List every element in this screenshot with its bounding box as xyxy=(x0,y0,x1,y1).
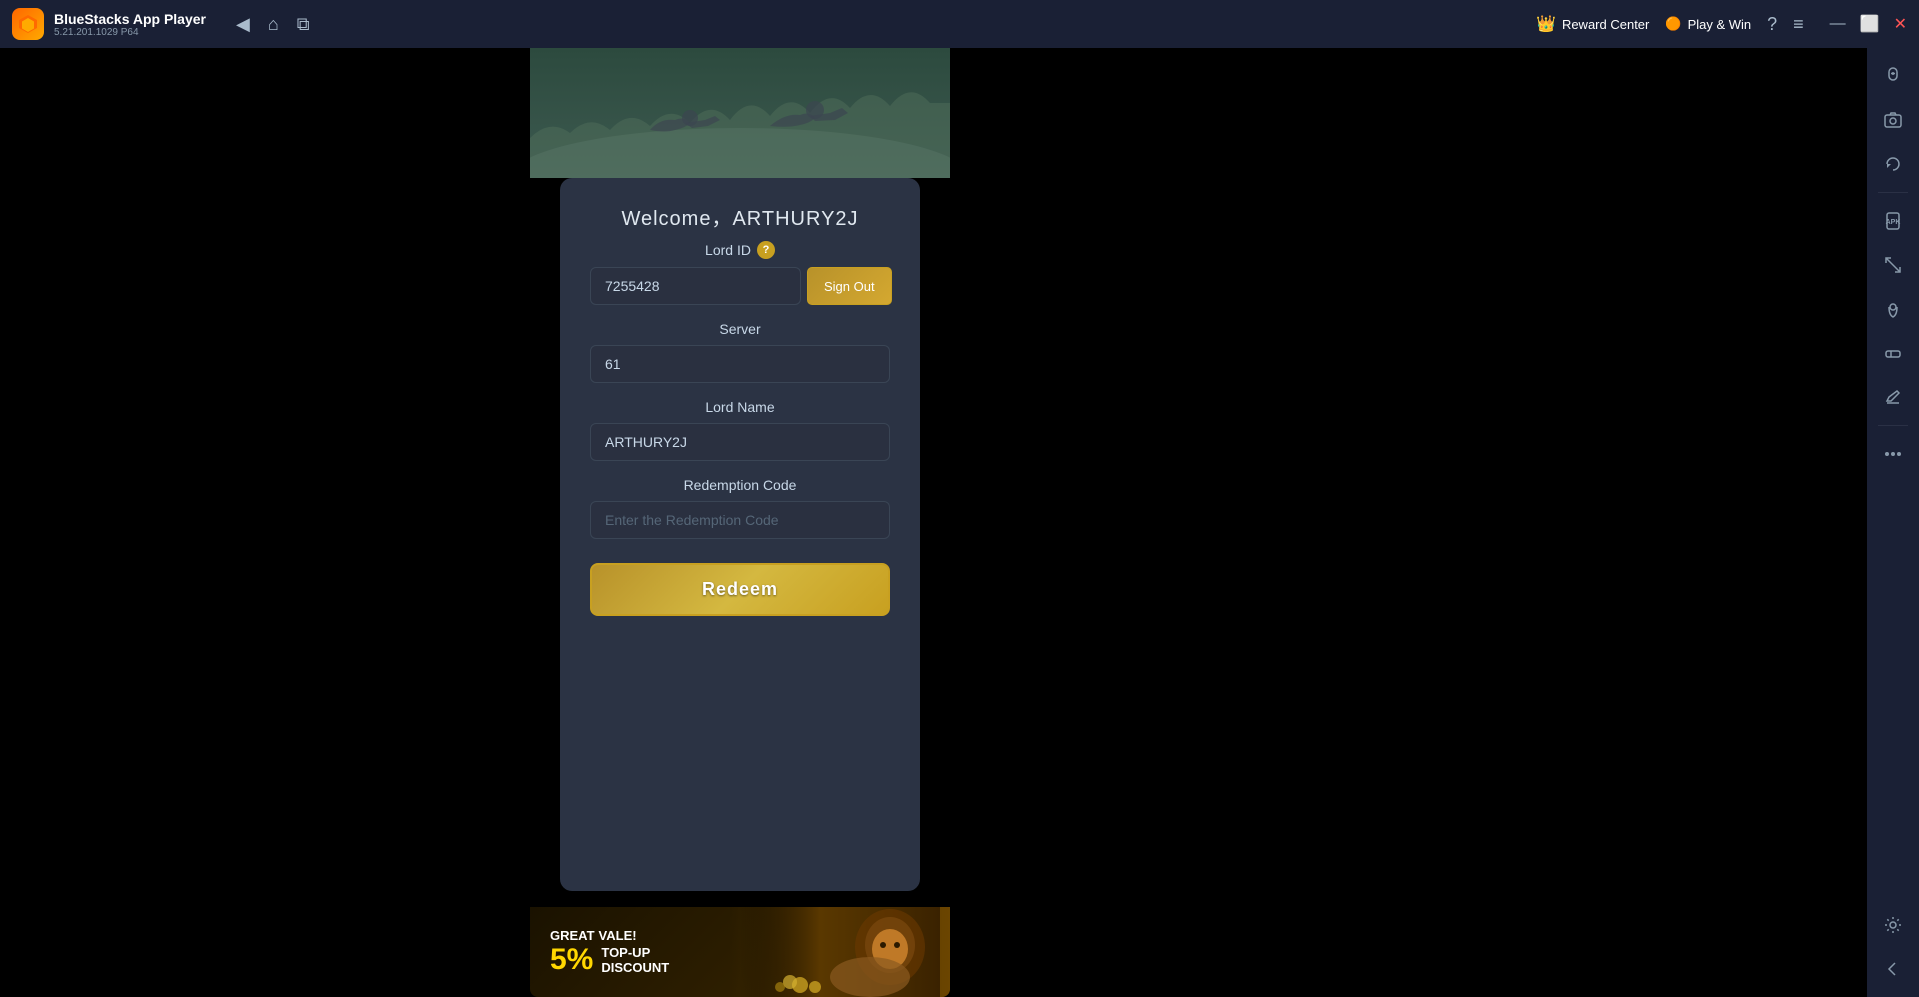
sidebar-icon-back[interactable] xyxy=(1873,949,1913,989)
sidebar-icon-6[interactable] xyxy=(1873,289,1913,329)
form-card: Welcome，ARTHURY2J Lord ID ? Sign Out Ser… xyxy=(560,178,920,891)
help-button[interactable]: ? xyxy=(1767,14,1777,35)
reward-center-button[interactable]: 👑 Reward Center xyxy=(1536,14,1649,34)
svg-text:APK: APK xyxy=(1886,219,1901,226)
lord-name-input[interactable] xyxy=(590,423,890,461)
header-silhouette-svg xyxy=(530,48,950,178)
game-wrapper: Welcome，ARTHURY2J Lord ID ? Sign Out Ser… xyxy=(530,48,950,997)
bluestacks-logo xyxy=(12,8,44,40)
titlebar: BlueStacks App Player 5.21.201.1029 P64 … xyxy=(0,0,1919,48)
redemption-code-label-row: Redemption Code xyxy=(590,477,890,493)
server-label-row: Server xyxy=(590,321,890,337)
lord-id-label: Lord ID xyxy=(705,242,751,258)
sidebar-icon-7[interactable] xyxy=(1873,333,1913,373)
sidebar-icon-1[interactable] xyxy=(1873,56,1913,96)
reward-center-label: Reward Center xyxy=(1562,17,1649,32)
banner-lion-image xyxy=(730,907,950,997)
maximize-button[interactable]: ⬜ xyxy=(1860,14,1880,34)
game-inner: Welcome，ARTHURY2J Lord ID ? Sign Out Ser… xyxy=(530,48,950,997)
play-win-label: Play & Win xyxy=(1688,17,1752,32)
lord-id-input-row: Sign Out xyxy=(590,267,890,305)
app-name-block: BlueStacks App Player 5.21.201.1029 P64 xyxy=(54,11,206,38)
minimize-button[interactable]: — xyxy=(1830,15,1846,33)
lord-id-help-icon[interactable]: ? xyxy=(757,241,775,259)
banner-topup: TOP-UP xyxy=(601,945,669,960)
tab-button[interactable]: ⧉ xyxy=(297,14,310,35)
banner-text: GREAT VALE! 5% TOP-UP DISCOUNT xyxy=(530,928,689,977)
sidebar-icon-3[interactable] xyxy=(1873,144,1913,184)
app-version: 5.21.201.1029 P64 xyxy=(54,27,206,38)
banner-discount: DISCOUNT xyxy=(601,960,669,975)
sidebar-divider-1 xyxy=(1878,192,1908,193)
sidebar-icon-5[interactable] xyxy=(1873,245,1913,285)
lord-name-label-row: Lord Name xyxy=(590,399,890,415)
server-input[interactable] xyxy=(590,345,890,383)
titlebar-right: 👑 Reward Center 🟠 Play & Win ? ≡ — ⬜ ✕ xyxy=(1536,14,1907,35)
play-win-icon: 🟠 xyxy=(1665,16,1681,32)
welcome-text: Welcome，ARTHURY2J xyxy=(590,202,890,231)
titlebar-left: BlueStacks App Player 5.21.201.1029 P64 … xyxy=(12,8,1536,40)
lord-name-label: Lord Name xyxy=(705,399,774,415)
right-sidebar: APK xyxy=(1867,48,1919,997)
sidebar-divider-2 xyxy=(1878,425,1908,426)
app-name: BlueStacks App Player xyxy=(54,11,206,27)
promo-banner[interactable]: GREAT VALE! 5% TOP-UP DISCOUNT xyxy=(530,907,950,997)
play-win-button[interactable]: 🟠 Play & Win xyxy=(1665,16,1751,32)
server-label: Server xyxy=(719,321,760,337)
sidebar-icon-4[interactable]: APK xyxy=(1873,201,1913,241)
reward-crown-icon: 👑 xyxy=(1536,14,1556,34)
sidebar-icon-more[interactable] xyxy=(1873,434,1913,474)
lord-id-input[interactable] xyxy=(590,267,801,305)
redemption-code-input[interactable] xyxy=(590,501,890,539)
game-header xyxy=(530,48,950,178)
left-panel xyxy=(0,48,530,997)
banner-percent: 5% xyxy=(550,943,593,977)
redeem-button[interactable]: Redeem xyxy=(590,563,890,616)
lord-id-label-row: Lord ID ? xyxy=(590,241,890,259)
banner-great-text: GREAT xyxy=(550,928,595,943)
close-button[interactable]: ✕ xyxy=(1894,14,1907,34)
banner-value-prefix: VALE! xyxy=(599,928,637,943)
redemption-code-label: Redemption Code xyxy=(684,477,797,493)
titlebar-nav: ◀ ⌂ ⧉ xyxy=(236,14,310,35)
sidebar-icon-2[interactable] xyxy=(1873,100,1913,140)
sign-out-button[interactable]: Sign Out xyxy=(807,267,892,305)
back-button[interactable]: ◀ xyxy=(236,14,250,35)
main-area: Welcome，ARTHURY2J Lord ID ? Sign Out Ser… xyxy=(0,48,1919,997)
sidebar-icon-settings[interactable] xyxy=(1873,905,1913,945)
lion-svg xyxy=(740,907,940,997)
menu-button[interactable]: ≡ xyxy=(1793,14,1804,35)
sidebar-icon-8[interactable] xyxy=(1873,377,1913,417)
home-button[interactable]: ⌂ xyxy=(268,14,279,35)
window-controls: — ⬜ ✕ xyxy=(1830,14,1907,34)
